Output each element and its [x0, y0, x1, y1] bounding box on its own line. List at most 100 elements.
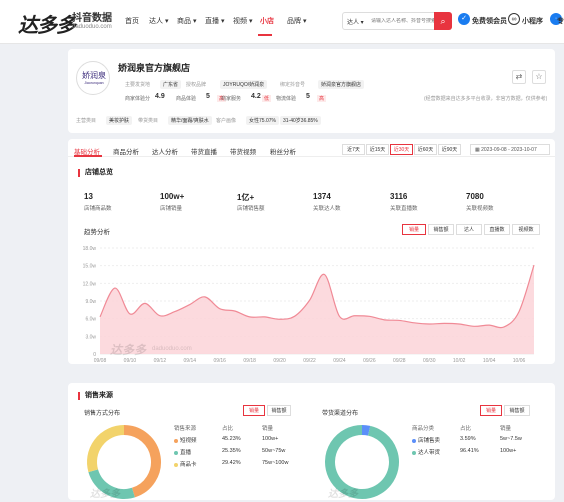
goods-label: 带货类目: [138, 118, 159, 124]
score-flag-3: 高: [317, 95, 327, 102]
account-value[interactable]: 娇润泉官方旗舰店: [318, 80, 365, 89]
trend-tab-0[interactable]: 销量: [402, 224, 426, 235]
left-row-name-0: 短视频: [174, 436, 197, 444]
y-tick-label: 18.0w: [83, 246, 97, 252]
x-tick-label: 09/28: [393, 358, 406, 364]
right-tab-volume[interactable]: 销量: [480, 405, 502, 416]
x-tick-label: 09/16: [213, 358, 226, 364]
range-4[interactable]: 近90天: [438, 144, 461, 155]
right-row-label-0: 店铺售卖: [418, 438, 441, 444]
x-tick-label: 10/02: [453, 358, 466, 364]
score-value-3: 5: [306, 93, 310, 100]
tab-1[interactable]: 商品分析: [113, 146, 139, 156]
x-tick-label: 09/14: [184, 358, 197, 364]
donut-right-slice-0[interactable]: [361, 425, 371, 436]
tab-5[interactable]: 粉丝分析: [270, 146, 296, 156]
brand-value[interactable]: JOYRUQO/娇润泉: [220, 80, 268, 89]
trend-tab-3[interactable]: 直播数: [484, 224, 510, 235]
nav-item-4[interactable]: 视频 ▾: [233, 16, 252, 26]
brand-subtitle: 抖音数据: [72, 13, 112, 24]
vip-icon: ✓: [458, 13, 470, 25]
brand-label: 授权品牌: [186, 82, 207, 88]
mini-program-link[interactable]: 小程序: [522, 16, 543, 26]
left-tab-amount[interactable]: 销售额: [267, 405, 291, 416]
left-row-pct-0: 45.23%: [222, 436, 241, 442]
left-row-label-0: 短视频: [180, 438, 197, 444]
free-vip-link[interactable]: 免费领会员: [472, 16, 507, 26]
stat-label-5: 关联视频数: [466, 206, 494, 212]
range-0[interactable]: 近7天: [342, 144, 365, 155]
right-header-cat: 商品分类: [412, 426, 435, 432]
nav-item-3[interactable]: 直播 ▾: [205, 16, 224, 26]
stat-value-2: 1亿+: [237, 193, 255, 202]
right-row-val-1: 100w+: [500, 448, 517, 454]
date-range-picker[interactable]: ▦ 2023-09-08 - 2023-10-07: [470, 144, 550, 155]
stat-value-1: 100w+: [160, 192, 185, 201]
brand-logo[interactable]: 达多多: [18, 9, 76, 38]
left-header-val: 销量: [262, 426, 274, 432]
sales-method-title: 销售方式分布: [84, 411, 121, 417]
crowd-label: 客户画像: [216, 118, 237, 124]
stat-label-0: 店铺商品数: [84, 206, 112, 212]
more-link[interactable]: 专: [557, 16, 564, 26]
shop-logo-sub: Jiaorunquan: [84, 81, 104, 85]
score-value-0: 4.9: [155, 93, 165, 100]
donut-left-slice-2[interactable]: [87, 425, 125, 473]
left-header-pct: 占比: [222, 426, 234, 432]
watermark-url: daduoduo.com: [152, 346, 192, 352]
search-button[interactable]: ⌕: [434, 12, 452, 30]
trend-tab-4[interactable]: 视频数: [512, 224, 540, 235]
goods-value: 精华/面霜/爽肤水: [168, 116, 212, 125]
compare-icon[interactable]: ⇄: [512, 70, 526, 84]
score-flag-2: 低: [262, 95, 272, 102]
top-navbar: 达多多 抖音数据 daduoduo.com 首页 达人 ▾ 商品 ▾ 直播 ▾ 视频 ▾…: [0, 0, 564, 44]
nav-item-1[interactable]: 达人 ▾: [149, 16, 168, 26]
brand-url: daduoduo.com: [72, 24, 112, 30]
mini-program-icon: ∞: [508, 13, 520, 25]
tab-3[interactable]: 带货直播: [191, 146, 217, 156]
left-legend-dot-2: [174, 462, 178, 467]
score-label-1: 商品体验: [176, 96, 197, 102]
x-tick-label: 10/04: [483, 358, 496, 364]
x-tick-label: 09/08: [94, 358, 107, 364]
trend-title: 趋势分析: [84, 229, 110, 236]
trend-tab-2[interactable]: 达人: [456, 224, 482, 235]
left-header-source: 销售来源: [174, 426, 197, 432]
range-1[interactable]: 近15天: [366, 144, 389, 155]
nav-item-0[interactable]: 首页: [125, 16, 139, 26]
watermark-left: 达多多: [90, 489, 120, 500]
right-row-label-1: 达人带货: [418, 450, 441, 456]
x-tick-label: 09/24: [333, 358, 346, 364]
range-2[interactable]: 近30天: [390, 144, 413, 155]
donut-left-slice-0[interactable]: [123, 425, 161, 498]
left-tab-volume[interactable]: 销量: [243, 405, 265, 416]
right-tab-amount[interactable]: 销售额: [504, 405, 530, 416]
stat-label-2: 店铺销售额: [237, 206, 265, 212]
trend-tab-1[interactable]: 销售额: [428, 224, 454, 235]
stat-label-4: 关联直播数: [390, 206, 418, 212]
search-type-select[interactable]: 达人 ▾: [347, 17, 364, 26]
x-tick-label: 09/18: [243, 358, 256, 364]
nav-item-2[interactable]: 商品 ▾: [177, 16, 196, 26]
stat-label-3: 关联达人数: [313, 206, 341, 212]
score-label-2: 商家服务: [221, 96, 242, 102]
y-tick-label: 12.0w: [83, 281, 97, 287]
shop-title: 娇润泉官方旗舰店: [118, 63, 191, 73]
search-icon: ⌕: [440, 16, 446, 26]
score-value-2: 4.2: [251, 93, 261, 100]
left-row-name-2: 商品卡: [174, 460, 197, 468]
stat-label-1: 店铺销量: [160, 206, 183, 212]
range-3[interactable]: 近60天: [414, 144, 437, 155]
nav-item-6[interactable]: 品牌 ▾: [287, 16, 306, 26]
star-icon[interactable]: ☆: [532, 70, 546, 84]
crowd-gender: 女性75.07%: [246, 116, 279, 125]
stat-value-5: 7080: [466, 192, 484, 201]
nav-item-5[interactable]: 小店: [260, 16, 274, 26]
left-legend-dot-0: [174, 438, 178, 443]
right-row-pct-0: 3.59%: [460, 436, 476, 442]
tab-4[interactable]: 带货视频: [230, 146, 256, 156]
stat-value-4: 3116: [390, 192, 408, 201]
tab-2[interactable]: 达人分析: [152, 146, 178, 156]
left-legend-dot-1: [174, 450, 178, 455]
data-note: (经营数据来自达多多平台收录，非官方数据，仅供参考): [424, 96, 548, 102]
